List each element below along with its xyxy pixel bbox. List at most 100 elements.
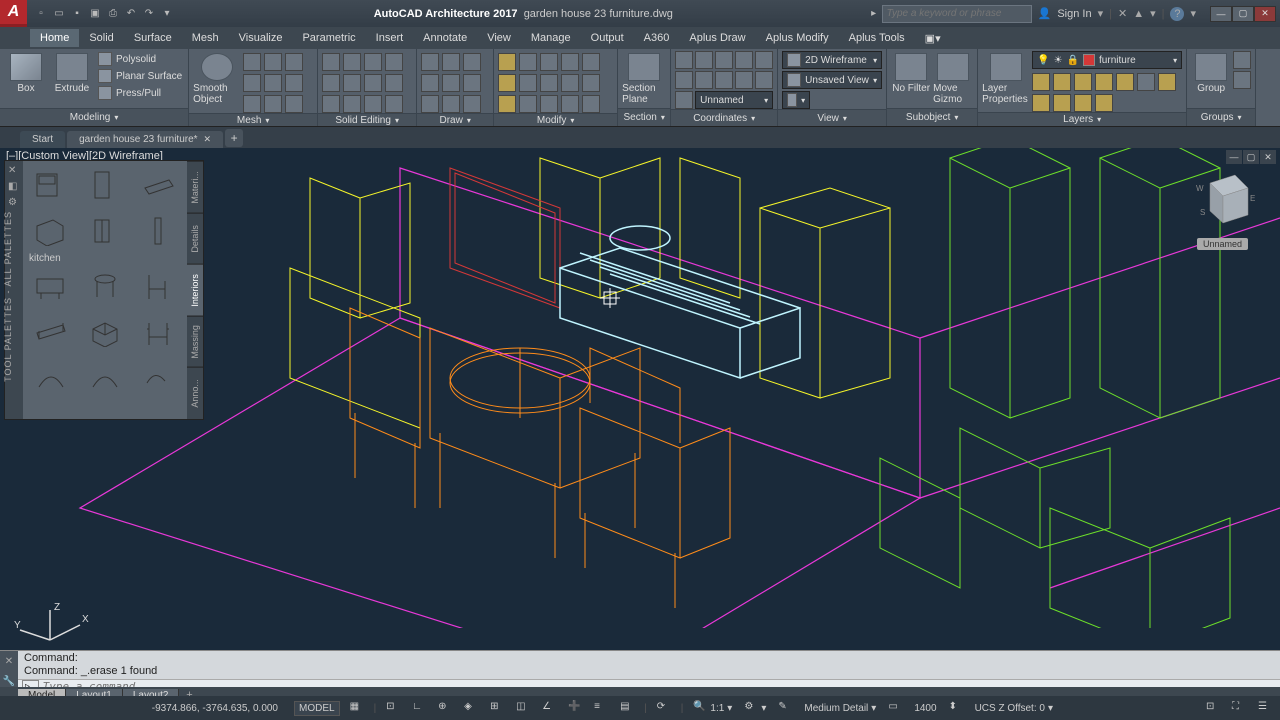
status-grid-icon[interactable]: ▦	[348, 701, 366, 715]
status-cycle-icon[interactable]: ⟳	[655, 701, 673, 715]
signin-dropdown-icon[interactable]: ▾	[1098, 7, 1104, 20]
tab-output[interactable]: Output	[581, 29, 634, 47]
qat-more-icon[interactable]: ▾	[159, 6, 175, 22]
status-otrack-icon[interactable]: ∠	[540, 701, 558, 715]
draw-tool-icon[interactable]	[442, 74, 460, 92]
panel-draw-expand[interactable]: Draw	[417, 113, 493, 126]
palette-tab-anno[interactable]: Anno...	[187, 367, 203, 419]
palette-close-icon[interactable]: ✕	[8, 165, 20, 177]
start-tab[interactable]: Start	[20, 131, 65, 148]
box-button[interactable]: Box	[4, 51, 48, 94]
tab-annotate[interactable]: Annotate	[413, 29, 477, 47]
solid-edit-icon[interactable]	[322, 95, 340, 113]
coord-icon[interactable]	[755, 51, 773, 69]
mesh-tool-icon[interactable]	[243, 95, 261, 113]
minimize-button[interactable]: —	[1210, 6, 1232, 22]
tab-parametric[interactable]: Parametric	[292, 29, 365, 47]
layer-tool-icon[interactable]	[1074, 73, 1092, 91]
panel-groups-expand[interactable]: Groups	[1187, 108, 1255, 126]
modify-tool-icon[interactable]	[582, 74, 600, 92]
panel-view-expand[interactable]: View	[778, 109, 886, 126]
tab-home[interactable]: Home	[30, 29, 79, 47]
status-dyn-icon[interactable]: ➕	[566, 701, 584, 715]
viewcube-label[interactable]: Unnamed	[1197, 238, 1248, 250]
coord-icon[interactable]	[755, 71, 773, 89]
solid-edit-icon[interactable]	[322, 74, 340, 92]
layer-properties-button[interactable]: Layer Properties	[982, 51, 1030, 105]
status-anno-icon[interactable]: ✎	[776, 701, 794, 715]
open-icon[interactable]: ▭	[51, 6, 67, 22]
group-button[interactable]: Group	[1191, 51, 1231, 94]
modify-tool-icon[interactable]	[498, 74, 516, 92]
smooth-object-button[interactable]: Smooth Object	[193, 51, 241, 105]
layer-tool-icon[interactable]	[1053, 73, 1071, 91]
palette-item-armchair[interactable]	[137, 314, 181, 350]
mesh-tool-icon[interactable]	[243, 53, 261, 71]
status-gear-icon[interactable]: ⚙▾	[742, 701, 768, 715]
layer-tool-icon[interactable]	[1095, 94, 1113, 112]
modify-tool-icon[interactable]	[498, 53, 516, 71]
solid-edit-icon[interactable]	[343, 74, 361, 92]
extrude-button[interactable]: Extrude	[50, 51, 94, 94]
layer-tool-icon[interactable]	[1074, 94, 1092, 112]
new-icon[interactable]: ▫	[33, 6, 49, 22]
infocenter-arrow-icon[interactable]: ▸	[866, 6, 882, 22]
ucs-combo[interactable]: Unnamed	[695, 91, 773, 109]
polysolid-button[interactable]: Polysolid	[96, 51, 184, 67]
coord-icon[interactable]	[735, 71, 753, 89]
mesh-tool-icon[interactable]	[285, 53, 303, 71]
tab-a360[interactable]: A360	[634, 29, 680, 47]
status-elevation[interactable]: 1400	[912, 703, 938, 714]
palette-pin-icon[interactable]: ◧	[8, 181, 20, 193]
help-arrow-icon[interactable]: ▾	[1190, 7, 1196, 20]
coord-icon[interactable]	[675, 51, 693, 69]
modify-tool-icon[interactable]	[561, 74, 579, 92]
panel-layers-expand[interactable]: Layers	[978, 112, 1186, 126]
saveas-icon[interactable]: ▣	[87, 6, 103, 22]
tab-manage[interactable]: Manage	[521, 29, 581, 47]
coord-icon[interactable]	[695, 51, 713, 69]
a360-icon[interactable]: ▲	[1133, 8, 1144, 20]
status-ortho-icon[interactable]: ∟	[410, 701, 428, 715]
palette-tab-massing[interactable]: Massing	[187, 316, 203, 368]
palette-item-arc[interactable]	[29, 360, 73, 396]
modify-tool-icon[interactable]	[519, 53, 537, 71]
tab-solid[interactable]: Solid	[79, 29, 123, 47]
coord-icon[interactable]	[675, 71, 693, 89]
exchange-icon[interactable]: ✕	[1118, 7, 1127, 20]
tab-aplus-tools[interactable]: Aplus Tools	[839, 29, 915, 47]
group-tool-icon[interactable]	[1233, 51, 1251, 69]
mesh-tool-icon[interactable]	[264, 74, 282, 92]
tab-view[interactable]: View	[477, 29, 521, 47]
signin-label[interactable]: Sign In	[1057, 8, 1091, 20]
layer-combo[interactable]: 💡☀🔒 furniture	[1032, 51, 1182, 69]
palette-item-cabinet[interactable]	[29, 167, 73, 203]
add-tab-button[interactable]: +	[225, 129, 243, 147]
view-combo[interactable]: Unsaved View	[782, 71, 882, 89]
tab-visualize[interactable]: Visualize	[229, 29, 293, 47]
panel-modeling-expand[interactable]: Modeling	[0, 108, 188, 126]
close-button[interactable]: ✕	[1254, 6, 1276, 22]
status-iso-icon[interactable]: ◈	[462, 701, 480, 715]
viewport[interactable]: [–][Custom View][2D Wireframe] — ▢ ✕	[0, 148, 1280, 675]
palette-item-curve[interactable]	[137, 360, 181, 396]
planar-surface-button[interactable]: Planar Surface	[96, 68, 184, 84]
solid-edit-icon[interactable]	[322, 53, 340, 71]
cmd-wrench-icon[interactable]: 🔧	[3, 676, 15, 687]
tab-aplus-modify[interactable]: Aplus Modify	[756, 29, 839, 47]
palette-item-shelf[interactable]	[137, 167, 181, 203]
solid-edit-icon[interactable]	[343, 53, 361, 71]
panel-mesh-expand[interactable]: Mesh	[189, 113, 317, 126]
draw-tool-icon[interactable]	[463, 53, 481, 71]
no-filter-button[interactable]: No Filter	[891, 51, 931, 94]
solid-edit-icon[interactable]	[385, 53, 403, 71]
tab-surface[interactable]: Surface	[124, 29, 182, 47]
layer-tool-icon[interactable]	[1116, 73, 1134, 91]
mesh-tool-icon[interactable]	[285, 95, 303, 113]
status-tra-icon[interactable]: ▤	[618, 701, 636, 715]
coord-icon[interactable]	[715, 51, 733, 69]
palette-menu-icon[interactable]: ⚙	[8, 197, 20, 209]
panel-section-expand[interactable]: Section	[618, 108, 670, 126]
app-menu-button[interactable]: A	[0, 0, 27, 27]
panel-solid-editing-expand[interactable]: Solid Editing	[318, 113, 416, 126]
